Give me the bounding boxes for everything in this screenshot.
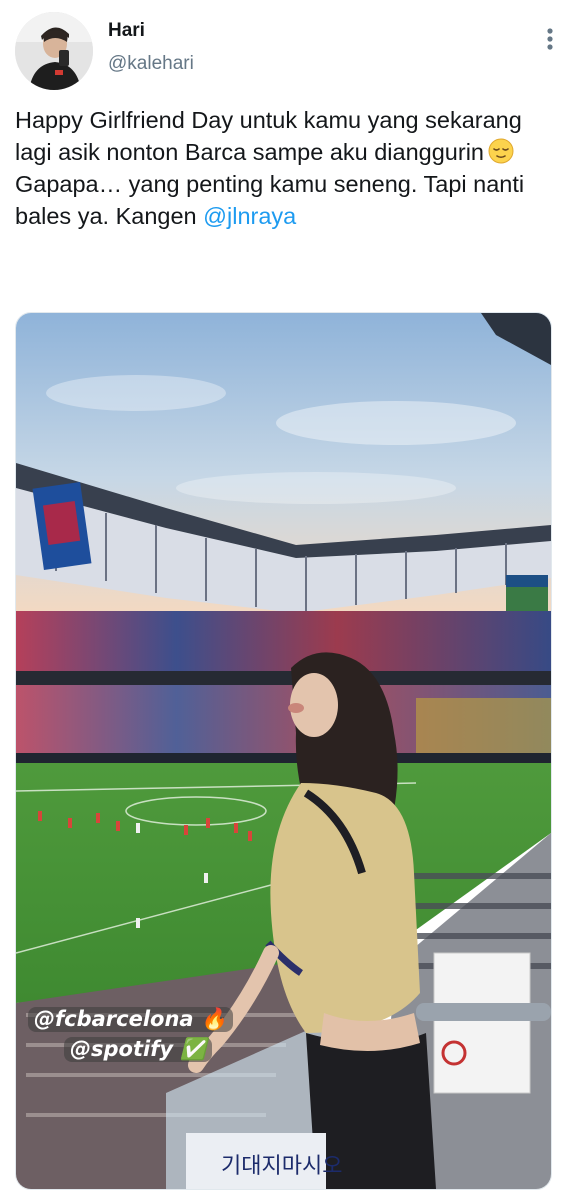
more-vertical-icon[interactable] (538, 26, 562, 54)
display-name[interactable]: Hari (108, 20, 145, 42)
avatar-image (15, 12, 93, 90)
tweet-photo[interactable]: 기대지마시오 @fcbarcelona 🔥 @spotify ✅ (15, 312, 552, 1190)
tweet-header: Hari @kalehari (0, 0, 582, 100)
user-handle[interactable]: @kalehari (108, 53, 194, 75)
spotify-sticker: @spotify ✅ (64, 1037, 213, 1062)
tweet-text: Happy Girlfriend Day untuk kamu yang sek… (15, 104, 560, 232)
sign-korean-text: 기대지마시오 (221, 1154, 342, 1179)
fcbarcelona-sticker: @fcbarcelona 🔥 (28, 1007, 234, 1032)
mention-link[interactable]: @jlnraya (203, 203, 296, 229)
avatar[interactable] (15, 12, 93, 90)
tweet-line-1: Happy Girlfriend Day untuk kamu yang sek… (15, 107, 529, 165)
relieved-face-icon (488, 138, 514, 164)
